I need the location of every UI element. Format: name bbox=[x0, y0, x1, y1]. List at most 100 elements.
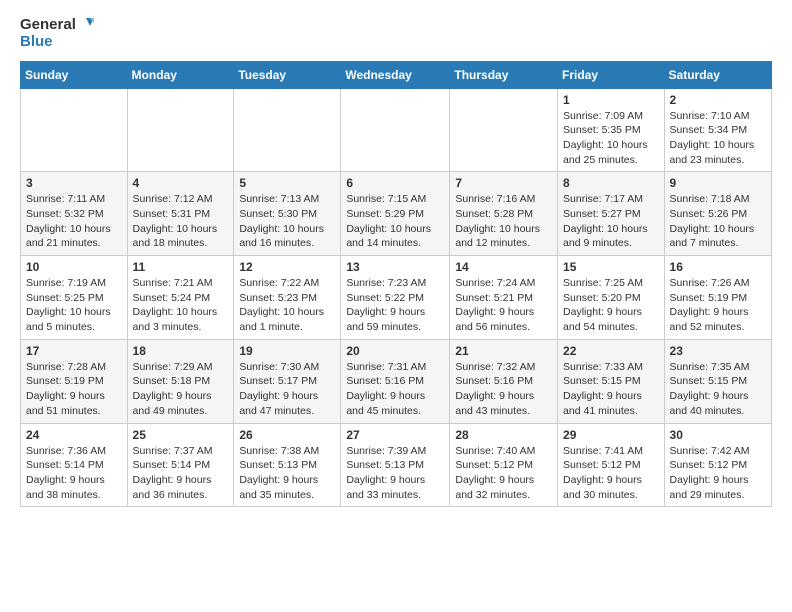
weekday-header-thursday: Thursday bbox=[450, 61, 558, 88]
logo-blue: Blue bbox=[20, 34, 96, 51]
day-info: Sunrise: 7:11 AMSunset: 5:32 PMDaylight:… bbox=[26, 192, 122, 251]
calendar-cell-w1-d2 bbox=[234, 88, 341, 172]
day-number: 14 bbox=[455, 260, 552, 274]
calendar-cell-w2-d3: 6 Sunrise: 7:15 AMSunset: 5:29 PMDaylight… bbox=[341, 172, 450, 256]
day-info: Sunrise: 7:18 AMSunset: 5:26 PMDaylight:… bbox=[670, 192, 766, 251]
day-info: Sunrise: 7:40 AMSunset: 5:12 PMDaylight:… bbox=[455, 444, 552, 503]
day-number: 10 bbox=[26, 260, 122, 274]
calendar-table: SundayMondayTuesdayWednesdayThursdayFrid… bbox=[20, 61, 772, 508]
day-number: 12 bbox=[239, 260, 335, 274]
header: General Blue bbox=[20, 16, 772, 51]
weekday-header-tuesday: Tuesday bbox=[234, 61, 341, 88]
day-number: 24 bbox=[26, 428, 122, 442]
day-number: 1 bbox=[563, 93, 659, 107]
day-number: 3 bbox=[26, 176, 122, 190]
day-number: 16 bbox=[670, 260, 766, 274]
calendar-cell-w1-d4 bbox=[450, 88, 558, 172]
day-number: 5 bbox=[239, 176, 335, 190]
day-info: Sunrise: 7:33 AMSunset: 5:15 PMDaylight:… bbox=[563, 360, 659, 419]
logo: General Blue bbox=[20, 16, 96, 51]
day-number: 7 bbox=[455, 176, 552, 190]
day-info: Sunrise: 7:41 AMSunset: 5:12 PMDaylight:… bbox=[563, 444, 659, 503]
calendar-cell-w1-d3 bbox=[341, 88, 450, 172]
day-info: Sunrise: 7:30 AMSunset: 5:17 PMDaylight:… bbox=[239, 360, 335, 419]
calendar-week-2: 3 Sunrise: 7:11 AMSunset: 5:32 PMDaylight… bbox=[21, 172, 772, 256]
calendar-cell-w2-d2: 5 Sunrise: 7:13 AMSunset: 5:30 PMDaylight… bbox=[234, 172, 341, 256]
calendar-cell-w4-d3: 20Sunrise: 7:31 AMSunset: 5:16 PMDayligh… bbox=[341, 339, 450, 423]
weekday-header-monday: Monday bbox=[127, 61, 234, 88]
calendar-cell-w5-d5: 29 Sunrise: 7:41 AMSunset: 5:12 PMDayligh… bbox=[558, 423, 665, 507]
day-number: 28 bbox=[455, 428, 552, 442]
day-number: 29 bbox=[563, 428, 659, 442]
day-info: Sunrise: 7:21 AMSunset: 5:24 PMDaylight:… bbox=[133, 276, 229, 335]
day-info: Sunrise: 7:37 AMSunset: 5:14 PMDaylight:… bbox=[133, 444, 229, 503]
day-number: 8 bbox=[563, 176, 659, 190]
calendar-cell-w3-d3: 13 Sunrise: 7:23 AMSunset: 5:22 PMDayligh… bbox=[341, 256, 450, 340]
day-info: Sunrise: 7:26 AMSunset: 5:19 PMDaylight:… bbox=[670, 276, 766, 335]
weekday-header-wednesday: Wednesday bbox=[341, 61, 450, 88]
day-info: Sunrise: 7:36 AMSunset: 5:14 PMDaylight:… bbox=[26, 444, 122, 503]
weekday-header-friday: Friday bbox=[558, 61, 665, 88]
calendar-cell-w3-d1: 11 Sunrise: 7:21 AMSunset: 5:24 PMDayligh… bbox=[127, 256, 234, 340]
day-info: Sunrise: 7:23 AMSunset: 5:22 PMDaylight:… bbox=[346, 276, 444, 335]
day-info: Sunrise: 7:25 AMSunset: 5:20 PMDaylight:… bbox=[563, 276, 659, 335]
day-number: 22 bbox=[563, 344, 659, 358]
calendar-cell-w1-d1 bbox=[127, 88, 234, 172]
calendar-cell-w3-d4: 14Sunrise: 7:24 AMSunset: 5:21 PMDayligh… bbox=[450, 256, 558, 340]
logo-general: General bbox=[20, 17, 76, 34]
day-number: 19 bbox=[239, 344, 335, 358]
day-number: 17 bbox=[26, 344, 122, 358]
day-number: 4 bbox=[133, 176, 229, 190]
calendar-cell-w5-d2: 26 Sunrise: 7:38 AMSunset: 5:13 PMDayligh… bbox=[234, 423, 341, 507]
calendar-cell-w1-d5: 1 Sunrise: 7:09 AMSunset: 5:35 PMDaylight… bbox=[558, 88, 665, 172]
day-number: 9 bbox=[670, 176, 766, 190]
weekday-header-saturday: Saturday bbox=[664, 61, 771, 88]
weekday-header-sunday: Sunday bbox=[21, 61, 128, 88]
calendar-cell-w5-d0: 24 Sunrise: 7:36 AMSunset: 5:14 PMDayligh… bbox=[21, 423, 128, 507]
calendar-cell-w4-d6: 23 Sunrise: 7:35 AMSunset: 5:15 PMDayligh… bbox=[664, 339, 771, 423]
day-number: 30 bbox=[670, 428, 766, 442]
day-info: Sunrise: 7:32 AMSunset: 5:16 PMDaylight:… bbox=[455, 360, 552, 419]
calendar-cell-w4-d1: 18Sunrise: 7:29 AMSunset: 5:18 PMDayligh… bbox=[127, 339, 234, 423]
calendar-cell-w3-d6: 16 Sunrise: 7:26 AMSunset: 5:19 PMDayligh… bbox=[664, 256, 771, 340]
calendar-week-3: 10 Sunrise: 7:19 AMSunset: 5:25 PMDayligh… bbox=[21, 256, 772, 340]
day-info: Sunrise: 7:17 AMSunset: 5:27 PMDaylight:… bbox=[563, 192, 659, 251]
day-number: 11 bbox=[133, 260, 229, 274]
day-info: Sunrise: 7:10 AMSunset: 5:34 PMDaylight:… bbox=[670, 109, 766, 168]
calendar-week-4: 17 Sunrise: 7:28 AMSunset: 5:19 PMDayligh… bbox=[21, 339, 772, 423]
day-info: Sunrise: 7:09 AMSunset: 5:35 PMDaylight:… bbox=[563, 109, 659, 168]
day-info: Sunrise: 7:12 AMSunset: 5:31 PMDaylight:… bbox=[133, 192, 229, 251]
logo-arrow bbox=[78, 16, 96, 34]
day-info: Sunrise: 7:42 AMSunset: 5:12 PMDaylight:… bbox=[670, 444, 766, 503]
day-info: Sunrise: 7:19 AMSunset: 5:25 PMDaylight:… bbox=[26, 276, 122, 335]
calendar-cell-w5-d6: 30 Sunrise: 7:42 AMSunset: 5:12 PMDayligh… bbox=[664, 423, 771, 507]
day-info: Sunrise: 7:38 AMSunset: 5:13 PMDaylight:… bbox=[239, 444, 335, 503]
day-info: Sunrise: 7:22 AMSunset: 5:23 PMDaylight:… bbox=[239, 276, 335, 335]
day-number: 26 bbox=[239, 428, 335, 442]
calendar-cell-w3-d2: 12 Sunrise: 7:22 AMSunset: 5:23 PMDayligh… bbox=[234, 256, 341, 340]
calendar-body: 1 Sunrise: 7:09 AMSunset: 5:35 PMDaylight… bbox=[21, 88, 772, 507]
day-number: 23 bbox=[670, 344, 766, 358]
calendar-cell-w2-d1: 4 Sunrise: 7:12 AMSunset: 5:31 PMDaylight… bbox=[127, 172, 234, 256]
calendar-cell-w4-d2: 19 Sunrise: 7:30 AMSunset: 5:17 PMDayligh… bbox=[234, 339, 341, 423]
calendar-cell-w4-d0: 17 Sunrise: 7:28 AMSunset: 5:19 PMDayligh… bbox=[21, 339, 128, 423]
calendar-cell-w2-d4: 7Sunrise: 7:16 AMSunset: 5:28 PMDaylight… bbox=[450, 172, 558, 256]
day-number: 21 bbox=[455, 344, 552, 358]
calendar-cell-w2-d6: 9 Sunrise: 7:18 AMSunset: 5:26 PMDaylight… bbox=[664, 172, 771, 256]
calendar-cell-w3-d0: 10 Sunrise: 7:19 AMSunset: 5:25 PMDayligh… bbox=[21, 256, 128, 340]
day-number: 13 bbox=[346, 260, 444, 274]
day-number: 25 bbox=[133, 428, 229, 442]
day-info: Sunrise: 7:15 AMSunset: 5:29 PMDaylight:… bbox=[346, 192, 444, 251]
calendar-cell-w5-d3: 27Sunrise: 7:39 AMSunset: 5:13 PMDayligh… bbox=[341, 423, 450, 507]
calendar-cell-w2-d5: 8 Sunrise: 7:17 AMSunset: 5:27 PMDaylight… bbox=[558, 172, 665, 256]
day-number: 27 bbox=[346, 428, 444, 442]
day-number: 6 bbox=[346, 176, 444, 190]
day-number: 15 bbox=[563, 260, 659, 274]
day-info: Sunrise: 7:35 AMSunset: 5:15 PMDaylight:… bbox=[670, 360, 766, 419]
calendar-week-5: 24 Sunrise: 7:36 AMSunset: 5:14 PMDayligh… bbox=[21, 423, 772, 507]
day-info: Sunrise: 7:28 AMSunset: 5:19 PMDaylight:… bbox=[26, 360, 122, 419]
day-info: Sunrise: 7:29 AMSunset: 5:18 PMDaylight:… bbox=[133, 360, 229, 419]
calendar-cell-w2-d0: 3 Sunrise: 7:11 AMSunset: 5:32 PMDaylight… bbox=[21, 172, 128, 256]
day-info: Sunrise: 7:13 AMSunset: 5:30 PMDaylight:… bbox=[239, 192, 335, 251]
calendar-cell-w5-d1: 25 Sunrise: 7:37 AMSunset: 5:14 PMDayligh… bbox=[127, 423, 234, 507]
